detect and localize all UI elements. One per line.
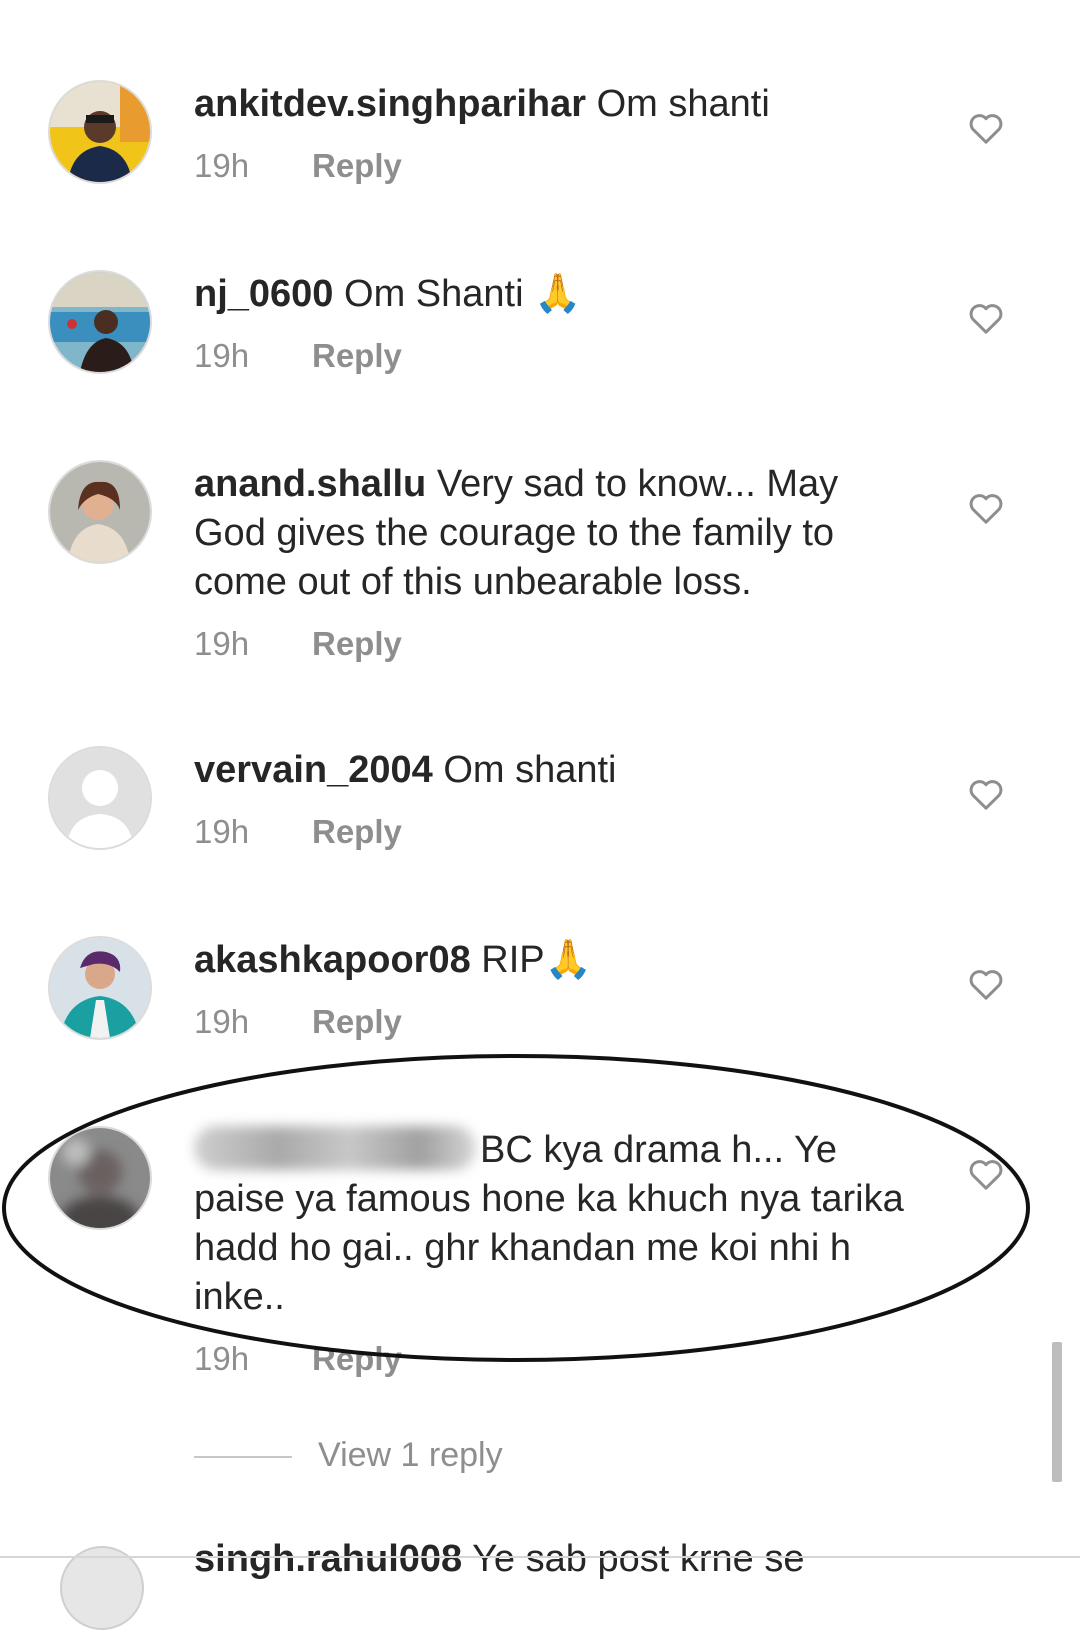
reply-button[interactable]: Reply [312, 1340, 402, 1377]
comment-meta: 19h Reply [194, 1003, 914, 1043]
avatar[interactable] [48, 746, 152, 850]
scrollbar[interactable] [1052, 1342, 1062, 1482]
like-heart-icon[interactable] [966, 488, 1006, 528]
comment-username[interactable]: vervain_2004 [194, 749, 433, 791]
comment-timestamp: 19h [194, 625, 250, 662]
comment-text: BC kya drama h... Ye paise ya famous hon… [194, 1126, 914, 1322]
avatar-photo [50, 462, 150, 562]
reply-button[interactable]: Reply [312, 337, 402, 374]
comment-body: RIP [481, 939, 545, 981]
view-replies-divider [194, 1456, 292, 1458]
comment-meta: 19h Reply [194, 337, 914, 377]
comment-username[interactable]: anand.shallu [194, 463, 426, 505]
comment-text: vervain_2004 Om shanti [194, 746, 914, 795]
default-avatar-icon [50, 748, 150, 848]
reply-button[interactable]: Reply [312, 147, 402, 184]
comment-meta: 19h Reply [194, 1340, 914, 1380]
comment-meta: 19h Reply [194, 813, 914, 853]
reply-button[interactable]: Reply [312, 1003, 402, 1040]
avatar[interactable] [60, 1546, 144, 1630]
comment-text: anand.shallu Very sad to know... May God… [194, 460, 914, 607]
blurred-username [194, 1126, 476, 1170]
comment-username[interactable]: akashkapoor08 [194, 939, 471, 981]
view-replies-label[interactable]: View 1 reply [318, 1436, 503, 1475]
avatar[interactable] [48, 936, 152, 1040]
comment-timestamp: 19h [194, 147, 250, 184]
reply-button[interactable]: Reply [312, 813, 402, 850]
like-heart-icon[interactable] [966, 1154, 1006, 1194]
comment-body: Om shanti [443, 749, 617, 791]
comment-text: singh.rahul008 Ye sab post krne se [194, 1538, 804, 1581]
like-heart-icon[interactable] [966, 298, 1006, 338]
comment-username[interactable]: singh.rahul008 [194, 1538, 462, 1580]
folded-hands-emoji: 🙏 [544, 939, 592, 981]
comment-username[interactable]: nj_0600 [194, 273, 333, 315]
like-heart-icon[interactable] [966, 964, 1006, 1004]
like-heart-icon[interactable] [966, 108, 1006, 148]
avatar[interactable] [48, 1126, 152, 1230]
comment-username[interactable]: ankitdev.singhparihar [194, 83, 586, 125]
avatar[interactable] [48, 270, 152, 374]
avatar-photo [50, 82, 150, 182]
comment-timestamp: 19h [194, 337, 250, 374]
comment-body: Om Shanti [344, 273, 524, 315]
avatar-photo [50, 938, 150, 1038]
avatar[interactable] [48, 460, 152, 564]
comment-body: Ye sab post krne se [472, 1538, 805, 1580]
comment-meta: 19h Reply [194, 625, 914, 665]
like-heart-icon[interactable] [966, 774, 1006, 814]
comment-timestamp: 19h [194, 1340, 250, 1377]
comment-text: nj_0600 Om Shanti 🙏 [194, 270, 914, 319]
blurred-avatar [50, 1128, 150, 1228]
comment-text: ankitdev.singhparihar Om shanti [194, 80, 914, 129]
avatar[interactable] [48, 80, 152, 184]
comment-body: Om shanti [596, 83, 770, 125]
comment-meta: 19h Reply [194, 147, 914, 187]
folded-hands-emoji: 🙏 [534, 273, 582, 315]
comment-timestamp: 19h [194, 1003, 250, 1040]
avatar-photo [50, 272, 150, 372]
divider [0, 1556, 1080, 1558]
reply-button[interactable]: Reply [312, 625, 402, 662]
comment-timestamp: 19h [194, 813, 250, 850]
comment-text: akashkapoor08 RIP🙏 [194, 936, 914, 985]
